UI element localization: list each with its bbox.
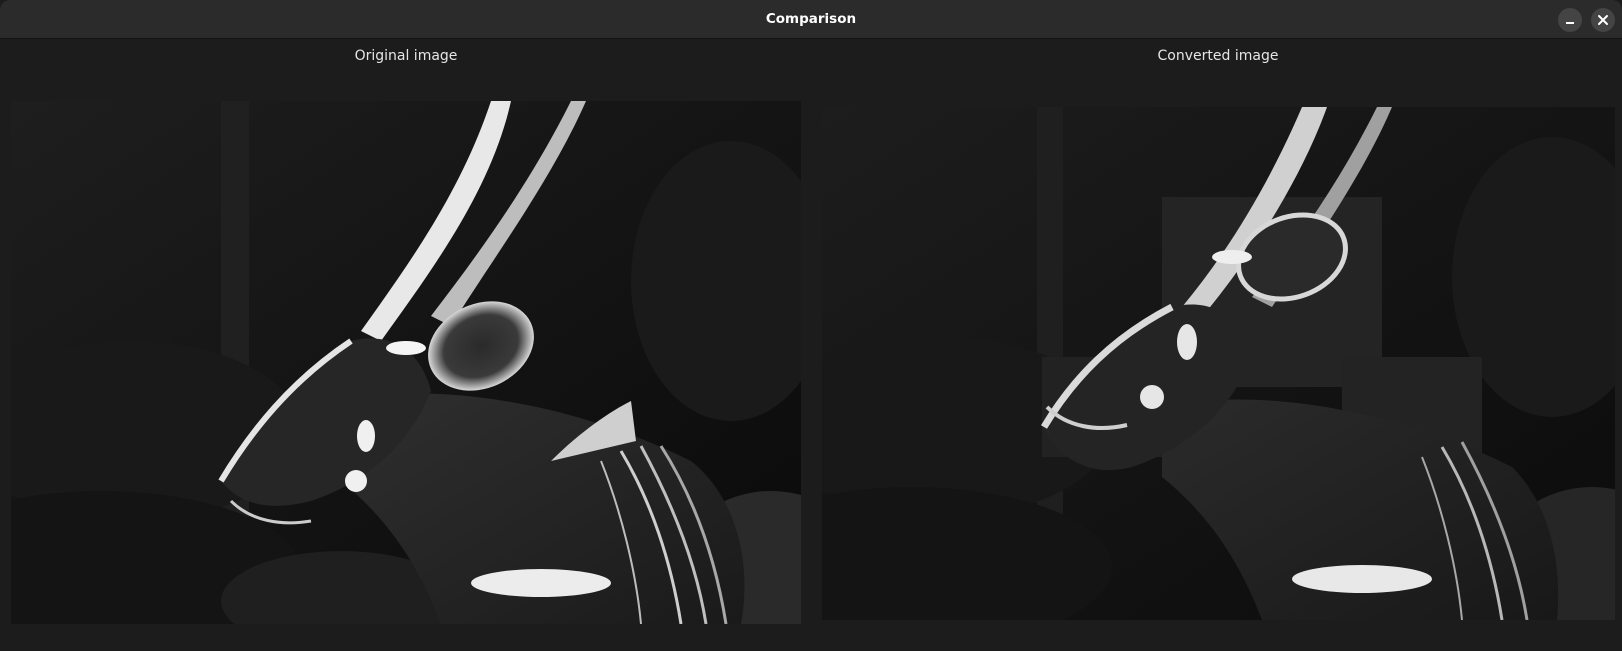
close-button[interactable] bbox=[1591, 8, 1615, 32]
converted-image-label: Converted image bbox=[1157, 48, 1279, 64]
original-image bbox=[11, 101, 801, 624]
original-image-label: Original image bbox=[354, 48, 458, 64]
window-title: Comparison bbox=[765, 11, 857, 27]
minimize-button[interactable] bbox=[1558, 8, 1582, 32]
close-icon bbox=[1598, 15, 1608, 25]
title-bar[interactable]: Comparison bbox=[0, 0, 1622, 39]
converted-image bbox=[822, 107, 1615, 620]
grayscale-antelope-photo-compressed bbox=[822, 107, 1615, 620]
comparison-window: Comparison Original image Converted imag… bbox=[0, 0, 1622, 651]
grayscale-antelope-photo bbox=[11, 101, 801, 624]
minimize-icon bbox=[1566, 22, 1574, 24]
